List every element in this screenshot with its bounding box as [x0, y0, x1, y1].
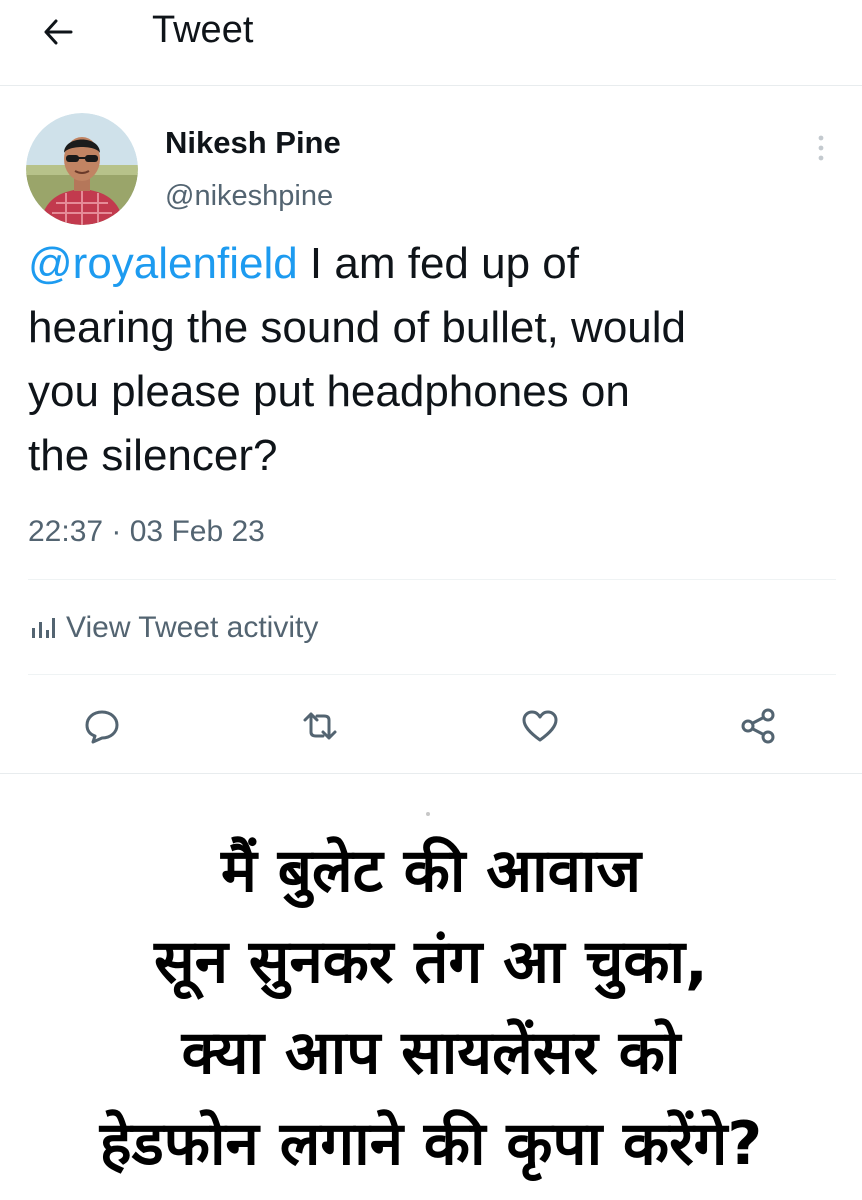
- caption-line: हेडफोन लगाने की कृपा करेंगे?: [99, 1109, 763, 1179]
- mention-link[interactable]: @royalenfield: [28, 239, 298, 288]
- retweet-button[interactable]: [296, 702, 344, 750]
- view-tweet-activity-link[interactable]: View Tweet activity: [30, 608, 318, 648]
- profile-photo: [26, 113, 138, 225]
- caption-line: मैं बुलेट की आवाज: [220, 836, 642, 906]
- tweet-text-line: hearing the sound of bullet, would: [28, 303, 687, 352]
- activity-label: View Tweet activity: [66, 611, 319, 644]
- bar-chart-icon: [32, 618, 55, 638]
- vertical-ellipsis-icon: [818, 135, 824, 161]
- reply-icon: [85, 710, 119, 744]
- heart-icon: [522, 710, 558, 742]
- hindi-caption: मैं बुलेट की आवाज सून सुनकर तंग आ चुका, …: [0, 826, 862, 1190]
- reply-button[interactable]: [78, 702, 126, 750]
- tweet-timestamp[interactable]: 22:37 · 03 Feb 23: [28, 512, 265, 552]
- page-title: Tweet: [152, 9, 254, 51]
- caption-line: सून सुनकर तंग आ चुका,: [154, 927, 708, 997]
- tweet-text-line: the silencer?: [28, 431, 278, 480]
- retweet-icon: [303, 712, 337, 740]
- share-button[interactable]: [734, 702, 782, 750]
- author-display-name[interactable]: Nikesh Pine: [165, 124, 341, 162]
- separator-dot: [426, 812, 430, 816]
- tweet-text-segment: I am fed up of: [297, 239, 579, 288]
- top-bar: Tweet: [0, 0, 862, 86]
- divider: [0, 773, 862, 774]
- tweet-text: @royalenfield I am fed up of hearing the…: [28, 232, 848, 488]
- tweet-text-line: you please put headphones on: [28, 367, 630, 416]
- divider: [28, 674, 836, 675]
- back-button[interactable]: [30, 12, 86, 52]
- more-options-button[interactable]: [806, 128, 836, 168]
- like-button[interactable]: [516, 702, 564, 750]
- tweet-page: Tweet Nikesh Pine @nikeshpine @royalenfi…: [0, 0, 862, 1200]
- avatar[interactable]: [26, 113, 138, 225]
- share-icon: [741, 708, 775, 744]
- tweet-text-line: @royalenfield I am fed up of: [28, 232, 848, 296]
- author-handle[interactable]: @nikeshpine: [165, 178, 333, 214]
- caption-line: क्या आप सायलेंसर को: [181, 1018, 681, 1088]
- arrow-left-icon: [44, 19, 73, 45]
- divider: [28, 579, 836, 580]
